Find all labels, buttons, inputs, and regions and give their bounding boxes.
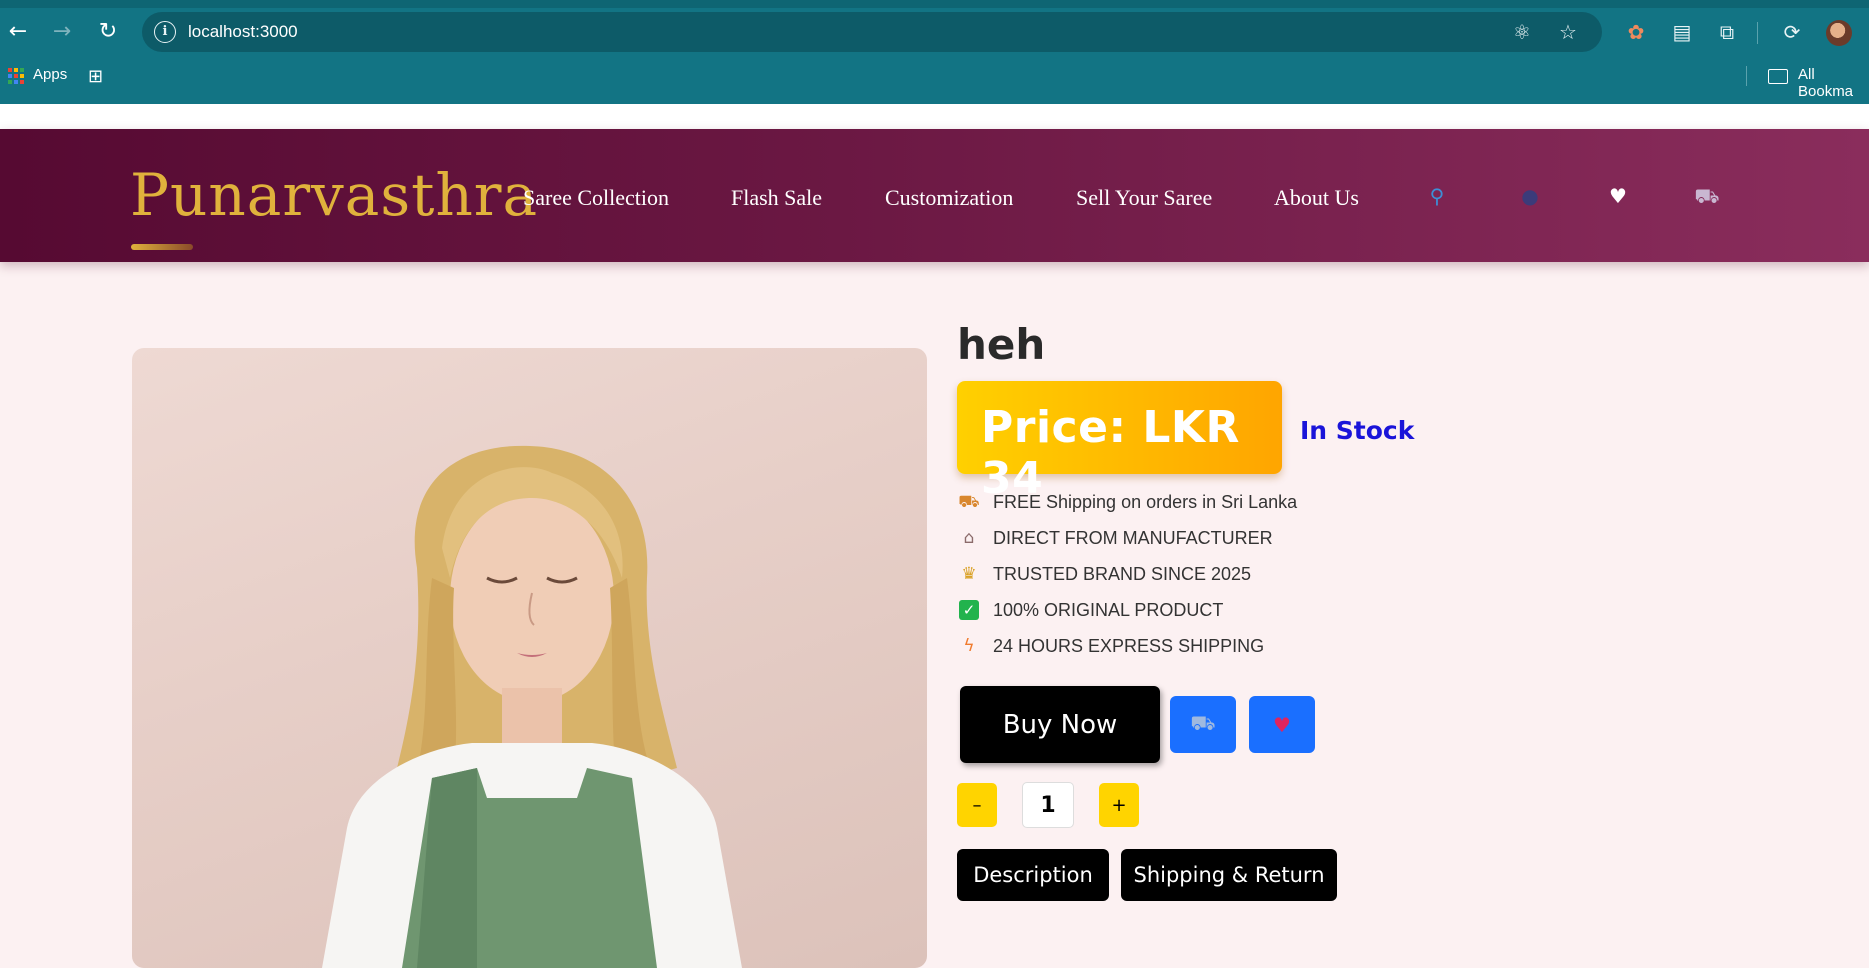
tab-groups-icon[interactable]: ⊞ [88, 68, 106, 86]
user-icon[interactable]: ● [1515, 181, 1545, 211]
feature-free-shipping: ⛟ FREE Shipping on orders in Sri Lanka [957, 487, 1297, 517]
bookmark-divider [1746, 66, 1747, 86]
browser-chrome: ← → ↻ i localhost:3000 ⚛ ☆ ✿ ▤ ⧉ ⟳ Apps … [0, 0, 1869, 104]
check-icon: ✓ [957, 598, 981, 622]
feature-text: 24 HOURS EXPRESS SHIPPING [993, 635, 1265, 656]
feature-text: DIRECT FROM MANUFACTURER [993, 527, 1273, 548]
address-bar[interactable]: i localhost:3000 ⚛ ☆ [142, 12, 1602, 52]
tab-description[interactable]: Description [957, 849, 1109, 901]
truck-icon: ⛟ [958, 492, 980, 512]
nav-flash-sale[interactable]: Flash Sale [731, 185, 822, 211]
reload-icon[interactable]: ↻ [92, 16, 124, 48]
url-text[interactable]: localhost:3000 [188, 22, 298, 42]
toolbar-divider [1757, 22, 1758, 44]
cart-icon[interactable]: ⛟ [1692, 181, 1722, 211]
feature-text: FREE Shipping on orders in Sri Lanka [993, 491, 1298, 512]
sync-extension-icon[interactable]: ⟳ [1778, 18, 1806, 46]
quantity-input[interactable] [1022, 782, 1074, 828]
all-bookmarks[interactable]: All Bookma [1798, 66, 1869, 100]
add-to-cart-button[interactable]: ⛟ [1170, 696, 1236, 753]
quantity-decrease-button[interactable]: – [957, 783, 997, 827]
feature-text: TRUSTED BRAND SINCE 2025 [993, 563, 1252, 584]
puzzle-extension-icon[interactable]: ⧉ [1713, 18, 1741, 46]
apps-bookmark[interactable]: Apps [33, 66, 67, 83]
nav-saree-collection[interactable]: Saree Collection [523, 185, 669, 211]
feature-express-shipping: ϟ 24 HOURS EXPRESS SHIPPING [957, 631, 1264, 661]
tab-shipping-return[interactable]: Shipping & Return [1121, 849, 1337, 901]
forward-icon[interactable]: → [46, 16, 78, 48]
trophy-icon: ♛ [961, 564, 977, 584]
colorful-extension-icon[interactable]: ✿ [1622, 18, 1650, 46]
product-image [132, 348, 927, 968]
feature-original-product: ✓ 100% ORIGINAL PRODUCT [957, 595, 1223, 625]
nav-sell-your-saree[interactable]: Sell Your Saree [1076, 185, 1212, 211]
buy-now-button[interactable]: Buy Now [960, 686, 1160, 763]
nav-customization[interactable]: Customization [885, 185, 1013, 211]
heart-icon[interactable]: ♥ [1603, 181, 1633, 211]
cart-icon: ⛟ [1190, 711, 1216, 735]
quantity-increase-button[interactable]: + [1099, 783, 1139, 827]
feature-direct-manufacturer: ⌂ DIRECT FROM MANUFACTURER [957, 523, 1273, 553]
factory-icon: ⌂ [963, 528, 975, 548]
product-photo [322, 445, 742, 968]
profile-avatar[interactable] [1826, 20, 1852, 46]
site-logo[interactable]: Punarvasthra [130, 161, 538, 229]
feature-text: 100% ORIGINAL PRODUCT [993, 599, 1224, 620]
search-icon[interactable]: ⚲ [1422, 181, 1452, 211]
apps-icon[interactable] [8, 68, 24, 84]
feature-trusted-brand: ♛ TRUSTED BRAND SINCE 2025 [957, 559, 1251, 589]
logo-underline [131, 244, 193, 250]
document-extension-icon[interactable]: ▤ [1668, 18, 1696, 46]
bookmark-star-icon[interactable]: ☆ [1556, 20, 1580, 44]
price-badge: Price: LKR 34 [957, 381, 1282, 504]
tab-strip-edge [0, 0, 1869, 8]
site-header: Punarvasthra Saree Collection Flash Sale… [0, 129, 1869, 262]
nav-about-us[interactable]: About Us [1274, 185, 1359, 211]
heart-icon: ♥ [1273, 712, 1291, 737]
site-info-icon[interactable]: i [154, 21, 176, 43]
page-top-spacer [0, 104, 1869, 129]
lightning-icon: ϟ [963, 636, 975, 656]
folder-icon [1768, 69, 1788, 84]
product-title: heh [957, 320, 1046, 369]
add-to-wishlist-button[interactable]: ♥ [1249, 696, 1315, 753]
react-devtools-icon[interactable]: ⚛ [1510, 20, 1534, 44]
stock-status: In Stock [1300, 416, 1415, 445]
back-icon[interactable]: ← [2, 16, 34, 48]
